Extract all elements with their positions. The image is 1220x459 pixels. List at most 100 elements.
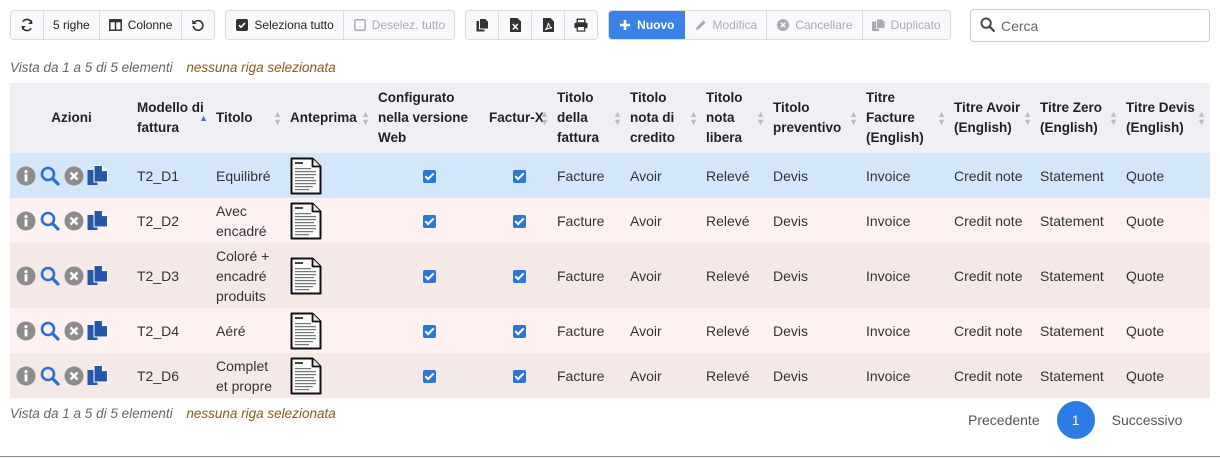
document-preview-icon[interactable]: [290, 157, 322, 194]
excel-icon: [508, 18, 522, 32]
delete-circle-icon[interactable]: [63, 365, 84, 386]
search-icon: [980, 16, 995, 35]
col-invoice-title[interactable]: Titolo della fattura ▲ ▼: [553, 83, 626, 153]
en-zero-cell: Statement: [1040, 167, 1104, 184]
select-all-button[interactable]: Seleziona tutto: [226, 11, 344, 39]
pencil-icon: [694, 18, 708, 32]
col-preview[interactable]: Anteprima ▲ ▼: [286, 83, 374, 153]
range-info: Vista da 1 a 5 di 5 elementi: [10, 60, 173, 75]
free-title-cell: Relevé: [706, 322, 750, 339]
clone-icon[interactable]: [87, 320, 108, 341]
page-button-current[interactable]: 1: [1056, 401, 1095, 439]
en-invoice-cell: Invoice: [866, 212, 911, 229]
range-info: Vista da 1 a 5 di 5 elementi: [10, 406, 173, 421]
model-cell: T2_D1: [137, 167, 180, 184]
table-row[interactable]: T2_D3 Coloré + encadré produits Facture Avo…: [10, 243, 1210, 308]
preview-cell: [286, 198, 374, 243]
next-page-button[interactable]: Successivo: [1112, 412, 1183, 428]
delete-circle-icon[interactable]: [63, 265, 84, 286]
col-en-zero[interactable]: Titre Zero (English) ▲ ▼: [1036, 83, 1122, 153]
info-icon[interactable]: [15, 265, 36, 286]
clone-icon[interactable]: [87, 365, 108, 386]
search-input[interactable]: [1001, 17, 1201, 34]
quote-title-cell: Devis: [773, 267, 809, 284]
free-title-cell: Relevé: [706, 367, 750, 384]
en-quote-cell: Quote: [1126, 322, 1165, 339]
col-facturx[interactable]: Factur-X ▲ ▼: [485, 83, 553, 153]
en-invoice-cell: Invoice: [866, 267, 911, 284]
search-box: [970, 9, 1210, 42]
col-web[interactable]: Configurato nella versione Web: [374, 83, 485, 153]
table-row[interactable]: T2_D6 Complet et propre Facture Avoir Relevé…: [10, 353, 1210, 398]
magnifier-icon[interactable]: [39, 165, 60, 186]
checkbox-checked-icon: [423, 270, 436, 284]
deselect-all-button[interactable]: Deselez. tutto: [343, 11, 455, 39]
document-preview-icon[interactable]: [290, 257, 322, 294]
print-button[interactable]: [565, 11, 598, 39]
col-en-credit[interactable]: Titre Avoir (English) ▲ ▼: [950, 83, 1036, 153]
table-info-top: Vista da 1 a 5 di 5 elementi nessuna rig…: [10, 60, 336, 75]
actions-cell: [10, 153, 133, 198]
col-model[interactable]: Modello di fattura ▲: [133, 83, 212, 153]
edit-button[interactable]: Modifica: [684, 11, 768, 39]
quote-title-cell: Devis: [773, 167, 809, 184]
col-en-quote[interactable]: Titre Devis (English) ▲ ▼: [1122, 83, 1210, 153]
title-cell: Coloré + encadré produits: [216, 247, 270, 304]
credit-title-cell: Avoir: [630, 212, 662, 229]
sort-icon: ▲ ▼: [1109, 109, 1118, 127]
checkbox-checked-icon: [423, 325, 436, 339]
previous-page-button[interactable]: Precedente: [968, 412, 1040, 428]
undo-button[interactable]: [182, 11, 215, 39]
undo-icon: [191, 18, 205, 32]
magnifier-icon[interactable]: [39, 210, 60, 231]
excel-export-button[interactable]: [499, 11, 533, 39]
magnifier-icon[interactable]: [39, 320, 60, 341]
rows-per-page-button[interactable]: 5 righe: [44, 11, 100, 39]
col-quote-title[interactable]: Titolo preventivo ▲ ▼: [769, 83, 862, 153]
info-icon[interactable]: [15, 210, 36, 231]
table-row[interactable]: T2_D1 Equilibré Facture Avoir Relevé Devis Inv…: [10, 153, 1210, 198]
copy-button[interactable]: [466, 11, 500, 39]
actions-cell: [10, 243, 133, 308]
actions-cell: [10, 198, 133, 243]
table-row[interactable]: T2_D4 Aéré Facture Avoir Relevé Devis Invoice C…: [10, 308, 1210, 353]
templates-table: Azioni Modello di fattura ▲ Titolo ▲ ▼ Ante…: [10, 83, 1210, 398]
delete-circle-icon[interactable]: [63, 165, 84, 186]
col-title[interactable]: Titolo ▲ ▼: [212, 83, 286, 153]
columns-button[interactable]: Colonne: [99, 11, 183, 39]
document-preview-icon[interactable]: [290, 312, 322, 349]
quote-title-cell: Devis: [773, 367, 809, 384]
delete-circle-icon[interactable]: [63, 210, 84, 231]
facturx-cell: [485, 353, 553, 398]
delete-circle-icon[interactable]: [63, 320, 84, 341]
duplicate-button[interactable]: Duplicato: [862, 11, 950, 39]
export-group: [465, 10, 599, 40]
clone-icon[interactable]: [87, 165, 108, 186]
en-invoice-cell: Invoice: [866, 367, 911, 384]
view-group: 5 righe Colonne: [10, 10, 216, 40]
en-zero-cell: Statement: [1040, 267, 1104, 284]
new-button[interactable]: Nuovo: [609, 11, 685, 39]
info-icon[interactable]: [15, 365, 36, 386]
invoice-title-cell: Facture: [557, 322, 605, 339]
document-preview-icon[interactable]: [290, 357, 322, 394]
col-free-title[interactable]: Titolo nota libera ▲ ▼: [702, 83, 769, 153]
magnifier-icon[interactable]: [39, 365, 60, 386]
magnifier-icon[interactable]: [39, 265, 60, 286]
invoice-title-cell: Facture: [557, 267, 605, 284]
info-icon[interactable]: [15, 165, 36, 186]
table-info-bottom: Vista da 1 a 5 di 5 elementi nessuna rig…: [10, 406, 336, 421]
info-icon[interactable]: [15, 320, 36, 341]
clone-icon[interactable]: [87, 210, 108, 231]
refresh-button[interactable]: [11, 11, 44, 39]
clone-icon[interactable]: [87, 265, 108, 286]
col-en-invoice[interactable]: Titre Facture (English) ▲ ▼: [862, 83, 950, 153]
pdf-icon: [541, 18, 555, 32]
selection-info: nessuna riga selezionata: [186, 406, 336, 421]
col-credit-title[interactable]: Titolo nota di credito ▲ ▼: [626, 83, 702, 153]
table-row[interactable]: T2_D2 Avec encadré Facture Avoir Relevé Devis…: [10, 198, 1210, 243]
en-invoice-cell: Invoice: [866, 167, 911, 184]
delete-button[interactable]: Cancellare: [767, 11, 863, 39]
document-preview-icon[interactable]: [290, 202, 322, 239]
pdf-export-button[interactable]: [532, 11, 566, 39]
